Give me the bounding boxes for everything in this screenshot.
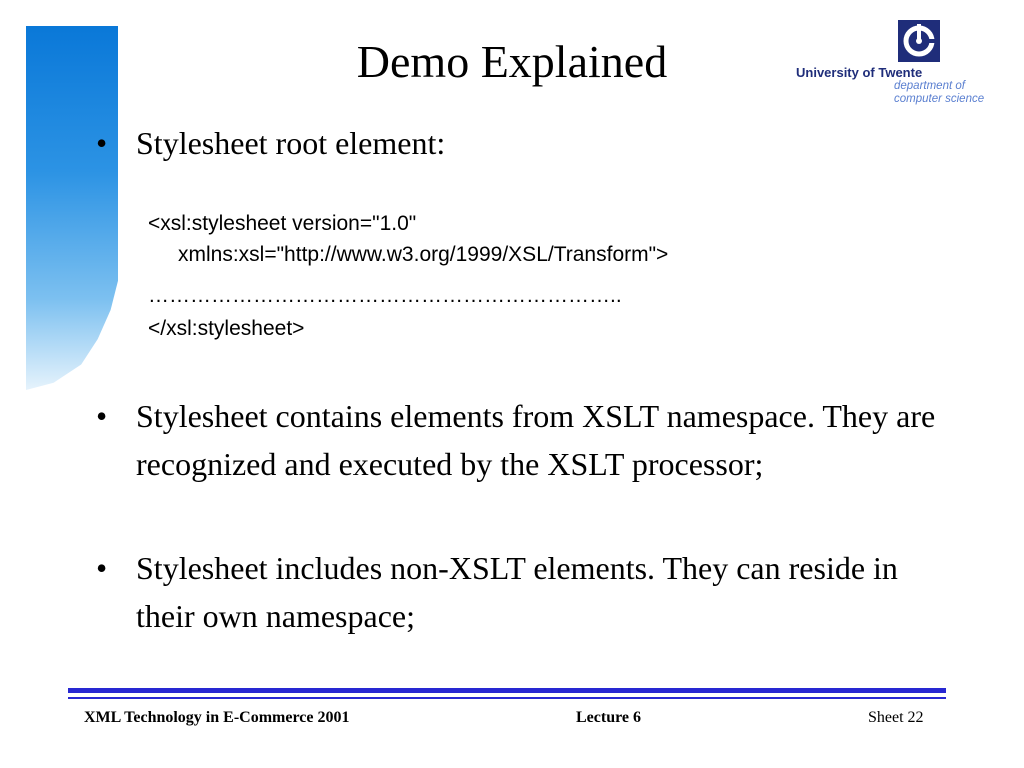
bullet-text: Stylesheet root element: bbox=[136, 125, 446, 161]
slide-title: Demo Explained bbox=[356, 36, 668, 87]
footer-sheet: Sheet 22 bbox=[868, 709, 924, 726]
bullet-text: Stylesheet contains elements from XSLT n… bbox=[136, 398, 936, 482]
code-line: </xsl:stylesheet> bbox=[148, 317, 305, 340]
logo-department: department of computer science bbox=[894, 80, 984, 106]
logo-dept-line2: computer science bbox=[894, 93, 985, 105]
bullet-text: Stylesheet includes non-XSLT elements. T… bbox=[136, 550, 898, 634]
footer-course: XML Technology in E-Commerce 2001 bbox=[84, 709, 350, 726]
footer-lecture: Lecture 6 bbox=[576, 709, 642, 726]
bullet-glyph: • bbox=[96, 550, 108, 586]
university-logo: University of Twente department of compu… bbox=[796, 20, 1016, 110]
logo-dept-line1: department of bbox=[894, 80, 965, 92]
university-of-twente-emblem-icon bbox=[898, 20, 940, 62]
footer-divider-thin bbox=[68, 697, 946, 699]
bullet-glyph: • bbox=[96, 125, 108, 161]
code-line: xmlns:xsl="http://www.w3.org/1999/XSL/Tr… bbox=[178, 243, 669, 266]
code-line: ………………………………………………………….. bbox=[148, 284, 622, 307]
bullet-glyph: • bbox=[96, 398, 108, 434]
footer-divider-thick bbox=[68, 688, 946, 693]
logo-university-name: University of Twente bbox=[796, 65, 923, 80]
decorative-gradient-bar bbox=[26, 26, 118, 390]
code-line: <xsl:stylesheet version="1.0" bbox=[148, 212, 417, 235]
